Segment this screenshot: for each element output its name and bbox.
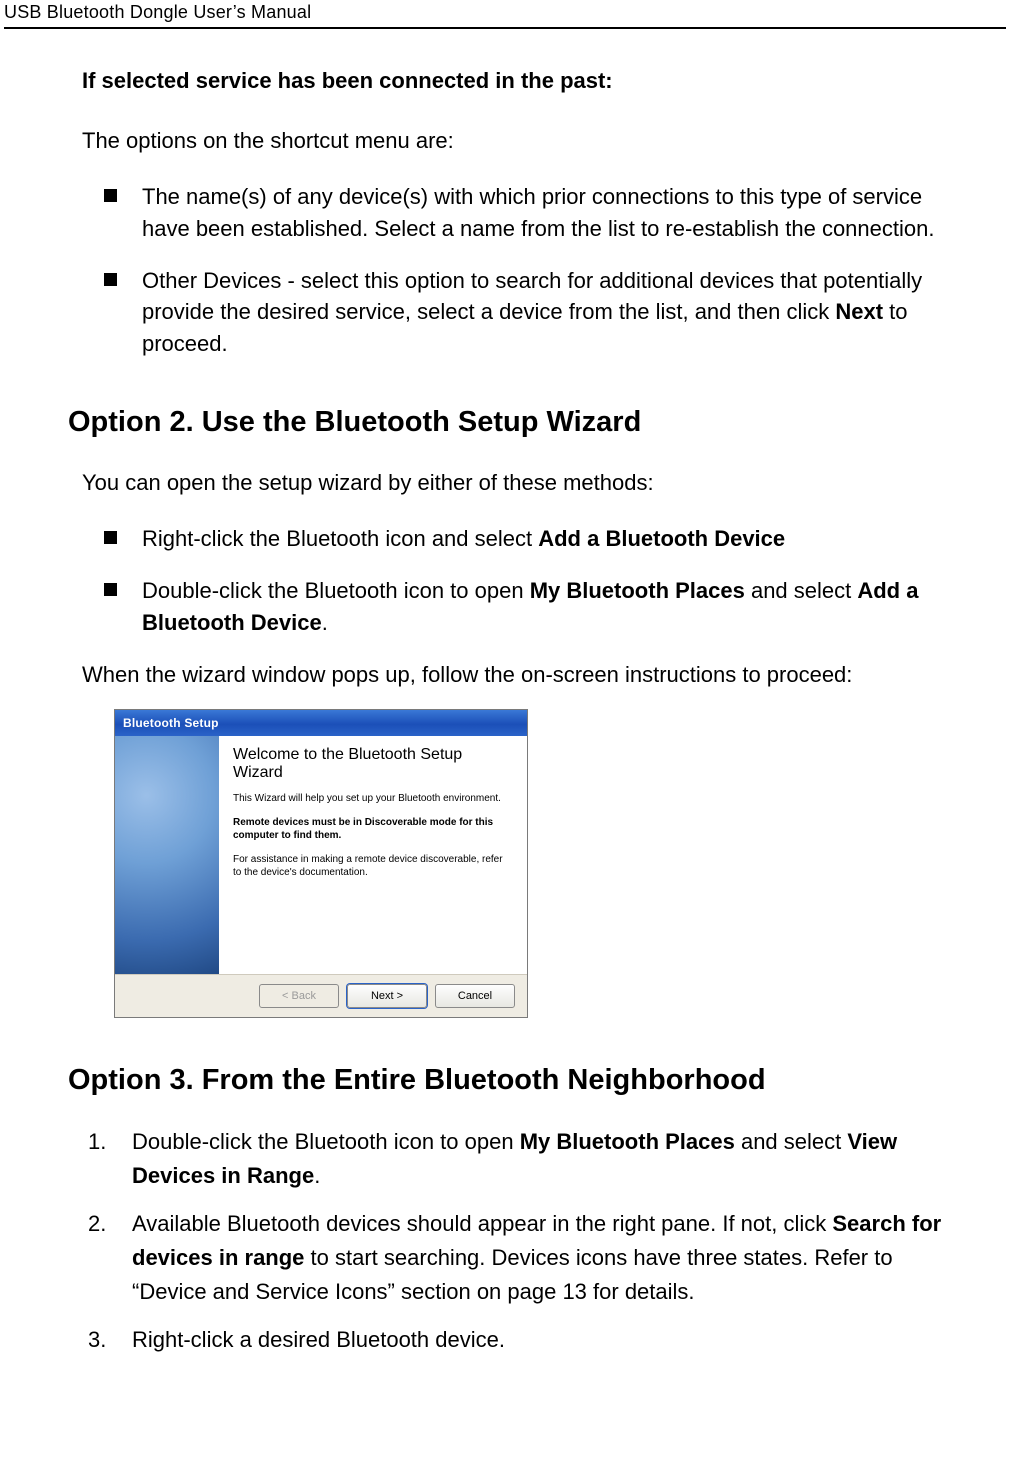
wizard-titlebar: Bluetooth Setup xyxy=(115,710,527,736)
list-text: Available Bluetooth devices should appea… xyxy=(132,1211,832,1236)
list-item: Double-click the Bluetooth icon to open … xyxy=(88,1125,942,1193)
past-heading: If selected service has been connected i… xyxy=(82,65,942,97)
running-header: USB Bluetooth Dongle User’s Manual xyxy=(4,0,1006,29)
wizard-side-graphic xyxy=(115,736,219,974)
list-item: Right-click the Bluetooth icon and selec… xyxy=(104,523,942,555)
next-button[interactable]: Next > xyxy=(347,984,427,1008)
list-text: Double-click the Bluetooth icon to open xyxy=(132,1129,520,1154)
list-item: Available Bluetooth devices should appea… xyxy=(88,1207,942,1309)
cancel-button[interactable]: Cancel xyxy=(435,984,515,1008)
list-item: The name(s) of any device(s) with which … xyxy=(104,181,942,245)
wizard-paragraph: This Wizard will help you set up your Bl… xyxy=(233,792,513,806)
past-list: The name(s) of any device(s) with which … xyxy=(104,181,942,360)
list-text: and select xyxy=(745,578,858,603)
wizard-content: Welcome to the Bluetooth Setup Wizard Th… xyxy=(219,736,527,974)
list-text: Other Devices - select this option to se… xyxy=(142,268,922,325)
list-item: Other Devices - select this option to se… xyxy=(104,265,942,361)
wizard-paragraph: For assistance in making a remote device… xyxy=(233,853,513,880)
option3-heading: Option 3. From the Entire Bluetooth Neig… xyxy=(68,1064,942,1097)
option2-heading: Option 2. Use the Bluetooth Setup Wizard xyxy=(68,406,942,439)
list-text: . xyxy=(322,610,328,635)
list-item: Right-click a desired Bluetooth device. xyxy=(88,1323,942,1357)
list-text: . xyxy=(314,1163,320,1188)
back-button[interactable]: < Back xyxy=(259,984,339,1008)
list-bold: Add a Bluetooth Device xyxy=(538,526,785,551)
list-bold: Next xyxy=(835,299,883,324)
list-text: Right-click a desired Bluetooth device. xyxy=(132,1327,505,1352)
option3-list: Double-click the Bluetooth icon to open … xyxy=(88,1125,942,1358)
wizard-paragraph-bold: Remote devices must be in Discoverable m… xyxy=(233,816,513,843)
wizard-dialog: Bluetooth Setup Welcome to the Bluetooth… xyxy=(114,709,528,1018)
wizard-heading: Welcome to the Bluetooth Setup Wizard xyxy=(233,746,513,783)
list-text: Double-click the Bluetooth icon to open xyxy=(142,578,530,603)
list-bold: My Bluetooth Places xyxy=(530,578,745,603)
wizard-footer: < Back Next > Cancel xyxy=(115,974,527,1017)
list-bold: My Bluetooth Places xyxy=(520,1129,735,1154)
list-text: Right-click the Bluetooth icon and selec… xyxy=(142,526,538,551)
past-intro: The options on the shortcut menu are: xyxy=(82,125,942,157)
option2-intro: You can open the setup wizard by either … xyxy=(82,467,942,499)
list-text: The name(s) of any device(s) with which … xyxy=(142,184,934,241)
wizard-title: Bluetooth Setup xyxy=(123,716,219,730)
list-text: and select xyxy=(735,1129,848,1154)
wizard-body: Welcome to the Bluetooth Setup Wizard Th… xyxy=(115,736,527,974)
option2-list: Right-click the Bluetooth icon and selec… xyxy=(104,523,942,639)
list-item: Double-click the Bluetooth icon to open … xyxy=(104,575,942,639)
option2-after: When the wizard window pops up, follow t… xyxy=(82,659,942,691)
